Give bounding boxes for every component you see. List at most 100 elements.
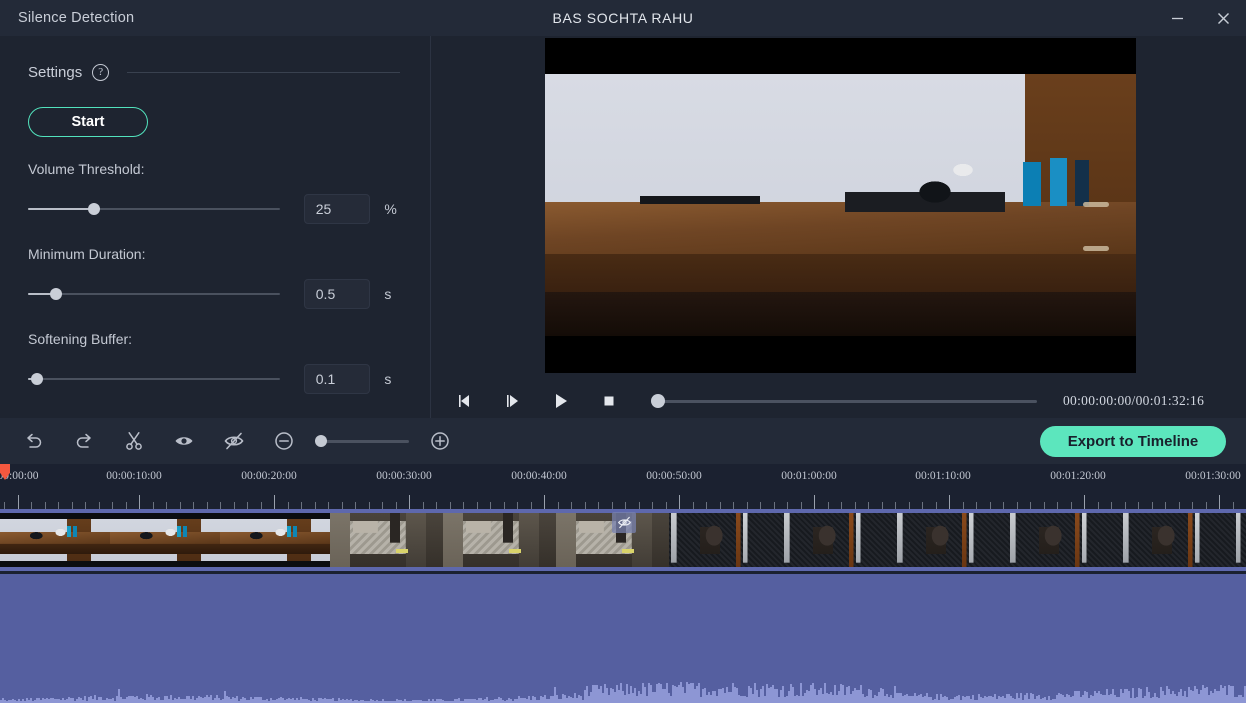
title-bar: Silence Detection BAS SOCHTA RAHU <box>0 0 1246 36</box>
ruler-label: 00:01:00:00 <box>781 470 837 482</box>
ruler-tick <box>1125 502 1126 509</box>
stop-button[interactable] <box>592 386 626 416</box>
ruler-tick <box>207 502 208 509</box>
ruler-tick <box>45 502 46 509</box>
ruler-tick <box>4 502 5 509</box>
ruler-tick <box>369 502 370 509</box>
ruler-tick <box>801 502 802 509</box>
ruler-tick <box>760 502 761 509</box>
video-thumbnail <box>110 513 220 567</box>
step-forward-icon <box>507 395 518 407</box>
playback-progress-slider[interactable] <box>651 394 1037 408</box>
video-frame-image <box>545 74 1136 336</box>
video-preview[interactable] <box>545 38 1136 373</box>
timeline-ruler[interactable]: 00:00:00 00:00:10:00 00:00:20:00 00:00:30:0… <box>0 464 1246 509</box>
zoom-thumb[interactable] <box>315 435 327 447</box>
scissors-icon <box>126 432 142 450</box>
zoom-in-button[interactable] <box>415 418 465 464</box>
softening-buffer-label: Softening Buffer: <box>28 331 133 347</box>
ruler-tick <box>949 495 950 509</box>
undo-button[interactable] <box>9 418 59 464</box>
cut-button[interactable] <box>109 418 159 464</box>
ruler-tick <box>585 502 586 509</box>
redo-button[interactable] <box>59 418 109 464</box>
timeline-zoom-slider[interactable] <box>315 434 409 448</box>
eye-off-icon <box>224 432 244 450</box>
ruler-tick <box>193 502 194 509</box>
ruler-tick <box>166 502 167 509</box>
slider-thumb[interactable] <box>50 288 62 300</box>
hide-button[interactable] <box>209 418 259 464</box>
ruler-tick <box>868 502 869 509</box>
video-thumbnail <box>1121 513 1234 567</box>
ruler-tick <box>787 502 788 509</box>
ruler-tick <box>882 502 883 509</box>
ruler-tick <box>598 502 599 509</box>
video-thumbnail <box>0 513 110 567</box>
ruler-tick <box>1138 502 1139 509</box>
eye-icon <box>175 437 193 445</box>
stop-icon <box>604 396 614 406</box>
next-frame-button[interactable] <box>496 386 530 416</box>
audio-track[interactable] <box>0 574 1246 703</box>
ruler-tick <box>1044 502 1045 509</box>
slider-thumb[interactable] <box>88 203 100 215</box>
ruler-tick <box>720 502 721 509</box>
ruler-tick <box>288 502 289 509</box>
cabinet-handle <box>1083 246 1109 251</box>
ruler-tick <box>855 502 856 509</box>
timeline-panel: 00:00:00 00:00:10:00 00:00:20:00 00:00:30:0… <box>0 464 1246 703</box>
volume-threshold-slider[interactable] <box>28 202 280 216</box>
preview-panel: 00:00:00:00/00:01:32:16 <box>431 36 1246 418</box>
softening-buffer-slider[interactable] <box>28 372 280 386</box>
minimum-duration-row: 0.5 s <box>28 279 400 309</box>
video-thumbnail <box>782 513 895 567</box>
softening-buffer-input[interactable]: 0.1 <box>303 364 371 394</box>
ruler-tick <box>1017 502 1018 509</box>
ruler-tick <box>1165 502 1166 509</box>
editor-toolbar: Export to Timeline <box>0 418 1246 464</box>
ruler-tick <box>382 502 383 509</box>
softening-buffer-unit: s <box>384 371 392 387</box>
clip-hidden-marker[interactable] <box>612 512 636 533</box>
ruler-tick <box>990 502 991 509</box>
close-button[interactable] <box>1200 0 1246 36</box>
ruler-tick <box>112 502 113 509</box>
start-button[interactable]: Start <box>28 107 148 137</box>
ruler-tick <box>652 502 653 509</box>
slider-track <box>28 378 280 380</box>
minimum-duration-slider[interactable] <box>28 287 280 301</box>
show-button[interactable] <box>159 418 209 464</box>
ruler-tick <box>1192 502 1193 509</box>
volume-threshold-input[interactable]: 25 <box>303 194 371 224</box>
ruler-tick <box>396 502 397 509</box>
help-circle-icon[interactable]: ? <box>92 64 110 81</box>
minimize-button[interactable] <box>1154 0 1200 36</box>
ruler-tick <box>625 502 626 509</box>
video-thumbnail <box>330 513 443 567</box>
ruler-label: 00:00:40:00 <box>511 470 567 482</box>
progress-thumb[interactable] <box>651 394 665 408</box>
zoom-out-button[interactable] <box>259 418 309 464</box>
ruler-tick <box>315 502 316 509</box>
ruler-tick <box>58 502 59 509</box>
ruler-tick <box>774 502 775 509</box>
step-backward-icon <box>459 395 469 407</box>
minus-circle-icon <box>275 432 293 450</box>
play-button[interactable] <box>544 386 578 416</box>
plus-circle-icon <box>431 432 449 450</box>
ruler-tick <box>355 502 356 509</box>
slider-thumb[interactable] <box>31 373 43 385</box>
ruler-tick <box>342 502 343 509</box>
ruler-tick <box>747 502 748 509</box>
volume-threshold-unit: % <box>384 201 397 217</box>
ruler-tick <box>909 502 910 509</box>
window-center-title: BAS SOCHTA RAHU <box>552 10 694 26</box>
ruler-tick <box>180 502 181 509</box>
ruler-tick <box>31 502 32 509</box>
minimum-duration-input[interactable]: 0.5 <box>303 279 371 309</box>
previous-frame-button[interactable] <box>448 386 482 416</box>
settings-title: Settings <box>28 64 83 81</box>
export-to-timeline-button[interactable]: Export to Timeline <box>1040 426 1226 457</box>
ruler-tick <box>1233 502 1234 509</box>
